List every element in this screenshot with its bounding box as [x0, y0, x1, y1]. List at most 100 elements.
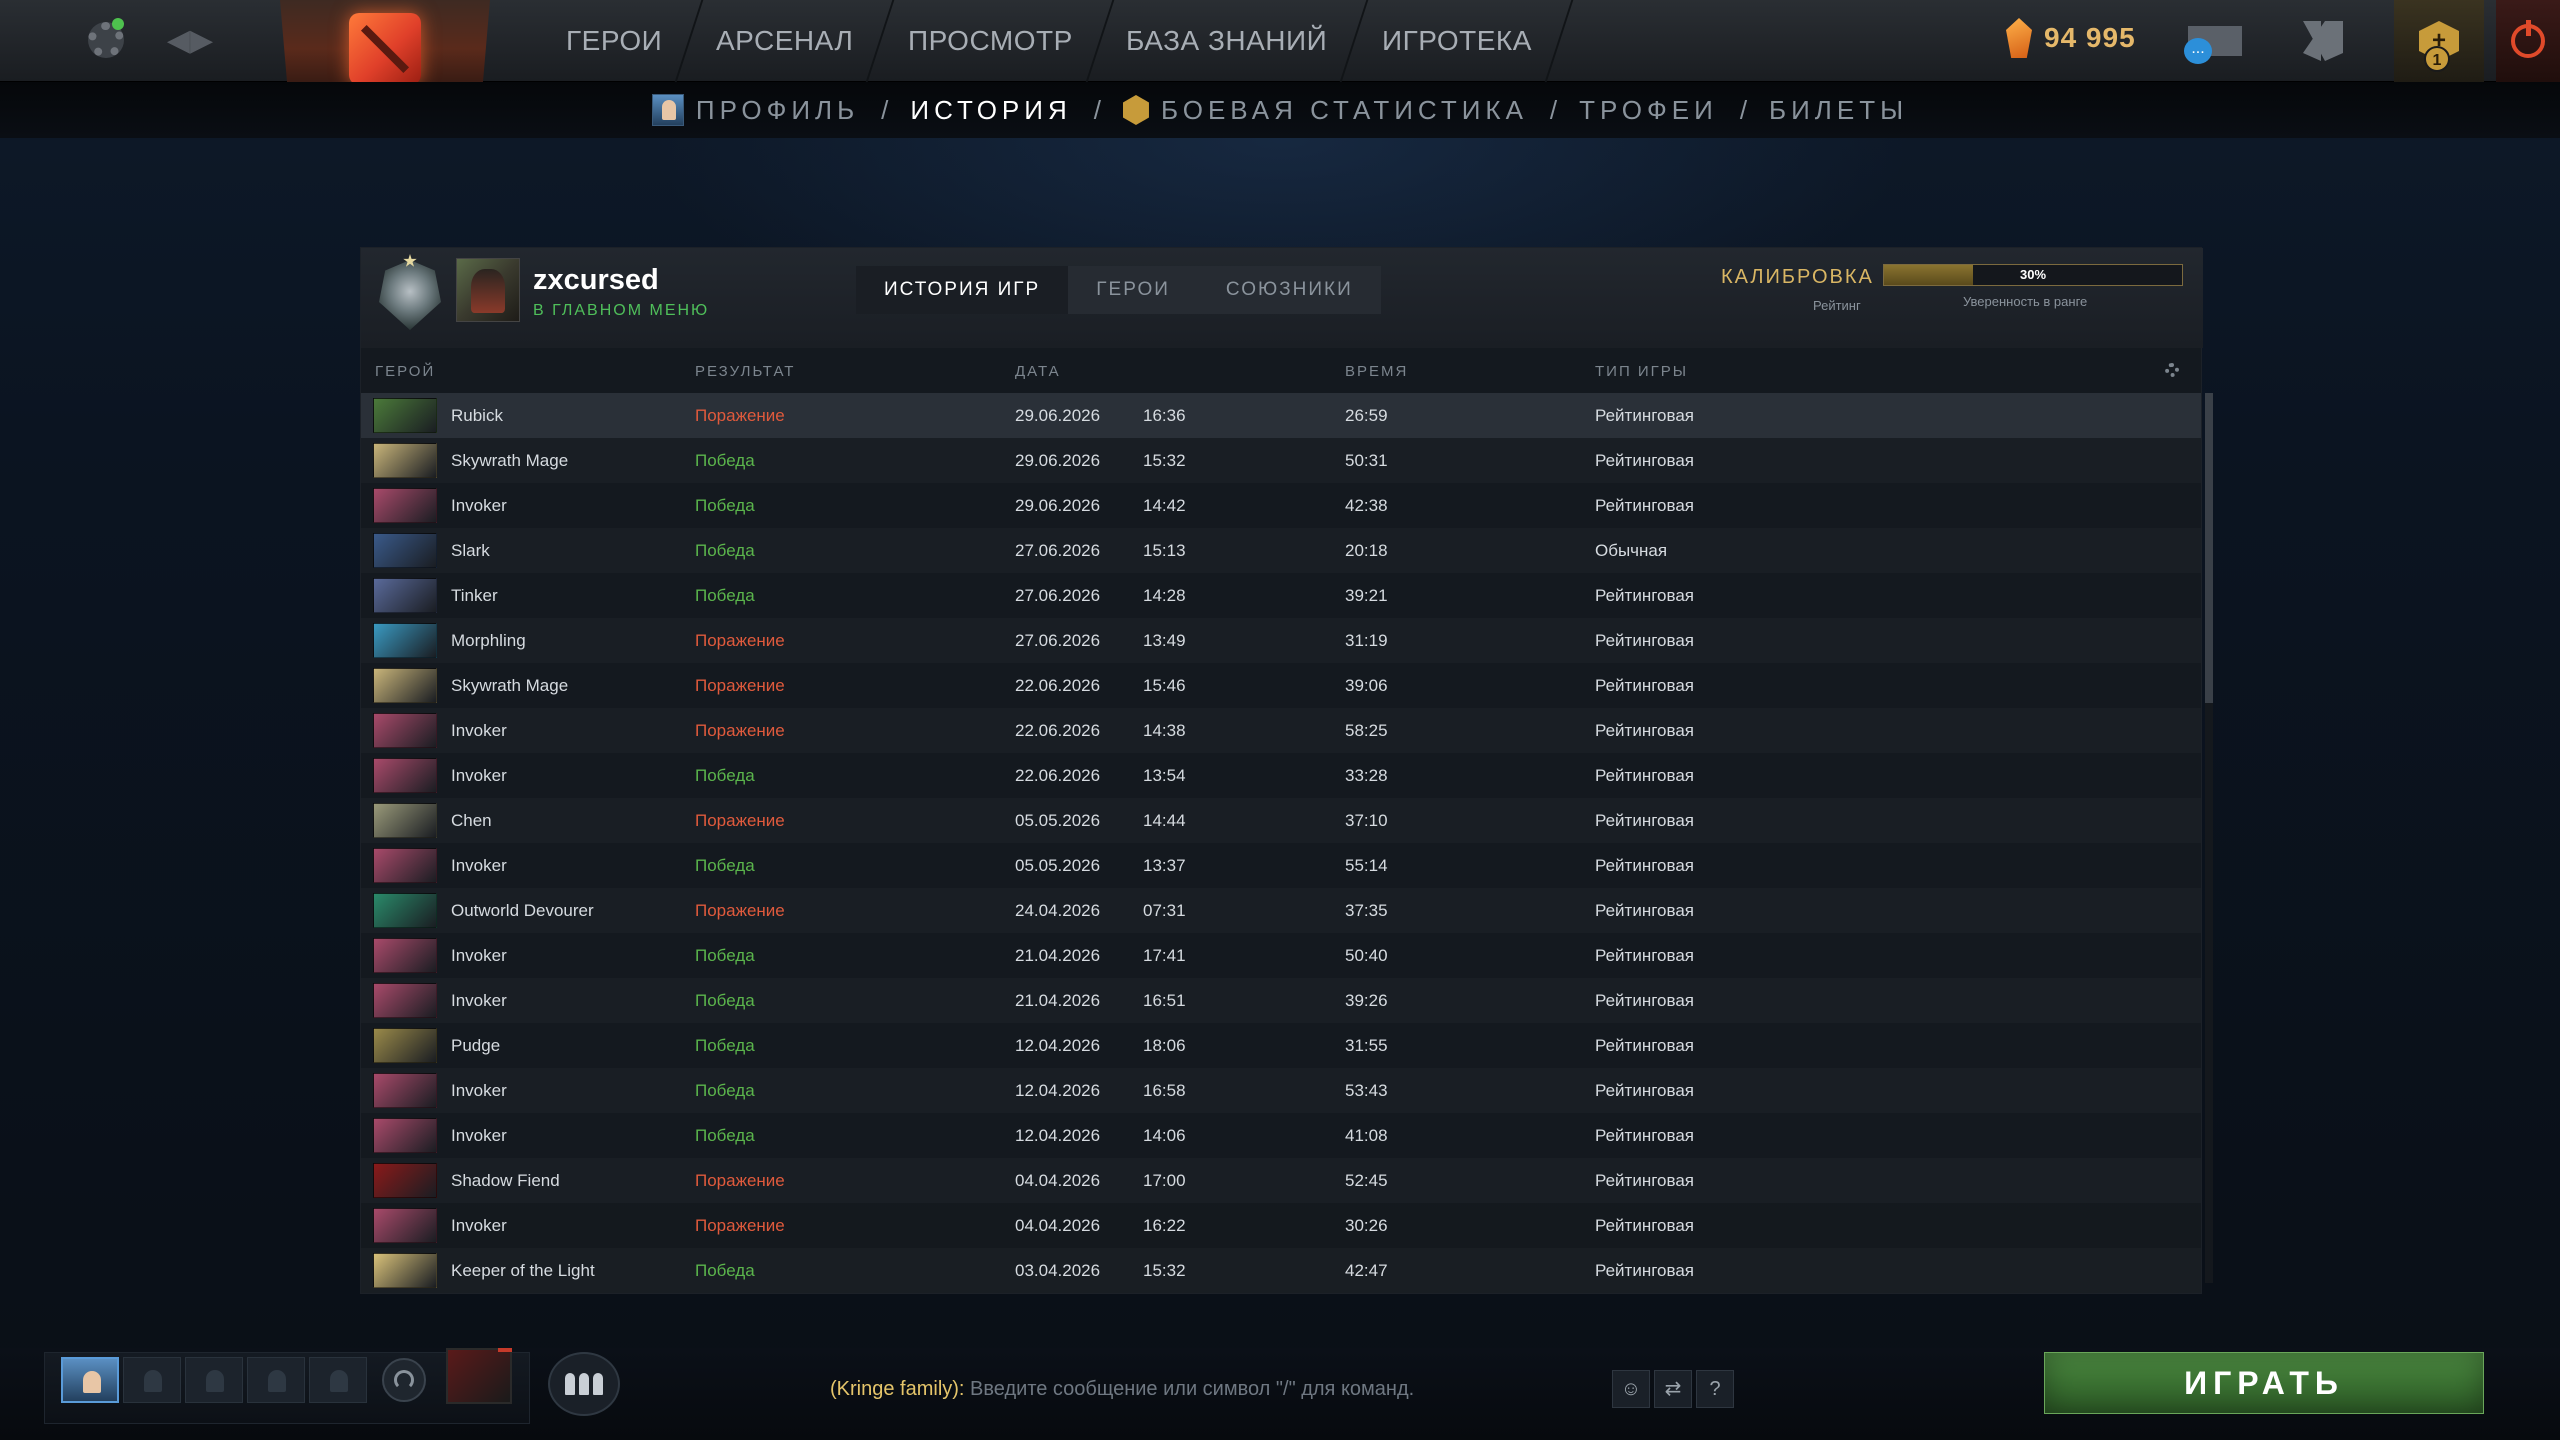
match-row[interactable]: Invoker Победа 22.06.2026 13:54 33:28 Рейтинг… — [361, 753, 2201, 798]
subnav-battle-stats[interactable]: БОЕВАЯ СТАТИСТИКА — [1122, 95, 1528, 126]
rank-confidence-percent: 30% — [2019, 267, 2047, 282]
subnav-trophies[interactable]: ТРОФЕИ — [1579, 95, 1718, 126]
match-time: 14:44 — [1143, 811, 1186, 830]
match-date: 21.04.2026 — [1015, 946, 1101, 965]
game-mode: Рейтинговая — [1595, 946, 1694, 965]
col-date[interactable]: ДАТА — [1015, 363, 1061, 380]
match-row[interactable]: Invoker Победа 21.04.2026 17:41 50:40 Рейтинг… — [361, 933, 2201, 978]
match-date: 12.04.2026 — [1015, 1081, 1101, 1100]
hero-name: Invoker — [451, 496, 507, 515]
match-row[interactable]: Tinker Победа 27.06.2026 14:28 39:21 Рейтинго… — [361, 573, 2201, 618]
friends-icon[interactable] — [548, 1352, 620, 1416]
hero-name: Rubick — [451, 406, 503, 425]
game-mode: Рейтинговая — [1595, 1171, 1694, 1190]
match-date: 29.06.2026 — [1015, 406, 1101, 425]
match-date: 22.06.2026 — [1015, 721, 1101, 740]
match-duration: 30:26 — [1345, 1216, 1388, 1235]
chat-wheel-icon[interactable]: ⇄ — [1654, 1370, 1692, 1408]
hero-portrait — [373, 1073, 437, 1108]
match-row[interactable]: Skywrath Mage Поражение 22.06.2026 15:46 39:… — [361, 663, 2201, 708]
match-row[interactable]: Skywrath Mage Победа 29.06.2026 15:32 50:31 Р… — [361, 438, 2201, 483]
col-result[interactable]: РЕЗУЛЬТАТ — [695, 363, 795, 380]
emoticon-icon[interactable]: ☺ — [1612, 1370, 1650, 1408]
col-hero[interactable]: ГЕРОЙ — [375, 363, 435, 380]
nav-armory[interactable]: АРСЕНАЛ — [676, 0, 895, 82]
player-avatar[interactable] — [456, 258, 520, 322]
match-row[interactable]: Invoker Поражение 04.04.2026 16:22 30:26 Рейт… — [361, 1203, 2201, 1248]
match-duration: 20:18 — [1345, 541, 1388, 560]
match-row[interactable]: Invoker Победа 12.04.2026 16:58 53:43 Рейтинг… — [361, 1068, 2201, 1113]
hero-portrait — [373, 623, 437, 658]
armory-icon[interactable] — [2295, 14, 2351, 68]
match-time: 13:54 — [1143, 766, 1186, 785]
hero-name: Outworld Devourer — [451, 901, 594, 920]
tab-heroes[interactable]: ГЕРОИ — [1068, 266, 1198, 314]
hero-portrait — [373, 893, 437, 928]
match-row[interactable]: Keeper of the Light Победа 03.04.2026 15:32… — [361, 1248, 2201, 1293]
calibration-label: КАЛИБРОВКА — [1721, 266, 1874, 288]
match-row[interactable]: Invoker Победа 05.05.2026 13:37 55:14 Рейтинг… — [361, 843, 2201, 888]
match-time: 13:37 — [1143, 856, 1186, 875]
col-game-mode[interactable]: ТИП ИГРЫ — [1595, 363, 1688, 380]
match-result: Победа — [695, 1081, 755, 1100]
match-row[interactable]: Pudge Победа 12.04.2026 18:06 31:55 Рейтингов… — [361, 1023, 2201, 1068]
nav-heroes[interactable]: ГЕРОИ — [526, 0, 704, 82]
match-row[interactable]: Shadow Fiend Поражение 04.04.2026 17:00 52:4… — [361, 1158, 2201, 1203]
play-button[interactable]: ИГРАТЬ — [2044, 1352, 2484, 1414]
match-duration: 26:59 — [1345, 406, 1388, 425]
match-row[interactable]: Rubick Поражение 29.06.2026 16:36 26:59 Рейти… — [361, 393, 2201, 438]
col-duration[interactable]: ВРЕМЯ — [1345, 363, 1408, 380]
match-duration: 39:26 — [1345, 991, 1388, 1010]
shards-balance[interactable]: 94 995 — [2006, 18, 2136, 58]
hero-portrait — [373, 668, 437, 703]
dota-plus-count-badge: 1 — [2424, 46, 2450, 72]
column-settings-gear-icon[interactable] — [2165, 363, 2179, 377]
match-duration: 37:10 — [1345, 811, 1388, 830]
match-result: Победа — [695, 586, 755, 605]
party-slot-empty[interactable] — [185, 1357, 243, 1403]
match-row[interactable]: Invoker Поражение 22.06.2026 14:38 58:25 Рейт… — [361, 708, 2201, 753]
help-button[interactable]: ? — [1696, 1370, 1734, 1408]
subnav-history[interactable]: ИСТОРИЯ — [910, 95, 1071, 126]
power-button[interactable] — [2496, 0, 2560, 82]
match-row[interactable]: Invoker Победа 12.04.2026 14:06 41:08 Рейтинг… — [361, 1113, 2201, 1158]
match-row[interactable]: Chen Поражение 05.05.2026 14:44 37:10 Рейтинг… — [361, 798, 2201, 843]
match-date: 22.06.2026 — [1015, 766, 1101, 785]
match-duration: 55:14 — [1345, 856, 1388, 875]
match-row[interactable]: Outworld Devourer Поражение 24.04.2026 07:3… — [361, 888, 2201, 933]
tab-allies[interactable]: СОЮЗНИКИ — [1198, 266, 1381, 314]
subnav-profile[interactable]: ПРОФИЛЬ — [651, 94, 859, 126]
hero-name: Tinker — [451, 586, 498, 605]
voice-chat-headset-icon[interactable] — [382, 1358, 426, 1402]
rank-medal-icon[interactable] — [379, 260, 441, 330]
lobby-thumbnail[interactable] — [446, 1348, 512, 1404]
subnav-tickets[interactable]: БИЛЕТЫ — [1769, 95, 1908, 126]
party-slot-self[interactable] — [61, 1357, 119, 1403]
match-duration: 42:38 — [1345, 496, 1388, 515]
nav-learn[interactable]: БАЗА ЗНАНИЙ — [1087, 0, 1370, 82]
match-duration: 41:08 — [1345, 1126, 1388, 1145]
match-row[interactable]: Invoker Победа 21.04.2026 16:51 39:26 Рейтинг… — [361, 978, 2201, 1023]
party-slot-empty[interactable] — [309, 1357, 367, 1403]
nav-arcade[interactable]: ИГРОТЕКА — [1342, 0, 1573, 82]
hero-portrait — [373, 758, 437, 793]
tab-match-history[interactable]: ИСТОРИЯ ИГР — [856, 266, 1069, 314]
party-slot-empty[interactable] — [123, 1357, 181, 1403]
match-result: Поражение — [695, 1216, 785, 1235]
scrollbar-thumb[interactable] — [2205, 393, 2213, 703]
hero-name: Slark — [451, 541, 490, 560]
match-time: 14:38 — [1143, 721, 1186, 740]
chat-input[interactable]: (Kringe family): Введите сообщение или с… — [830, 1378, 1414, 1401]
party-slot-empty[interactable] — [247, 1357, 305, 1403]
match-date: 04.04.2026 — [1015, 1216, 1101, 1235]
game-mode: Рейтинговая — [1595, 1216, 1694, 1235]
scrollbar[interactable] — [2205, 393, 2213, 1283]
match-row[interactable]: Invoker Победа 29.06.2026 14:42 42:38 Рейтинг… — [361, 483, 2201, 528]
chat-channel-name[interactable]: (Kringe family): — [830, 1378, 964, 1400]
match-row[interactable]: Morphling Поражение 27.06.2026 13:49 31:19 Ре… — [361, 618, 2201, 663]
online-status-dot — [112, 18, 124, 30]
back-forward-arrows-icon[interactable]: ◀▶ — [160, 16, 220, 64]
nav-watch[interactable]: ПРОСМОТР — [868, 0, 1114, 82]
match-row[interactable]: Slark Победа 27.06.2026 15:13 20:18 Обычная — [361, 528, 2201, 573]
match-date: 05.05.2026 — [1015, 811, 1101, 830]
